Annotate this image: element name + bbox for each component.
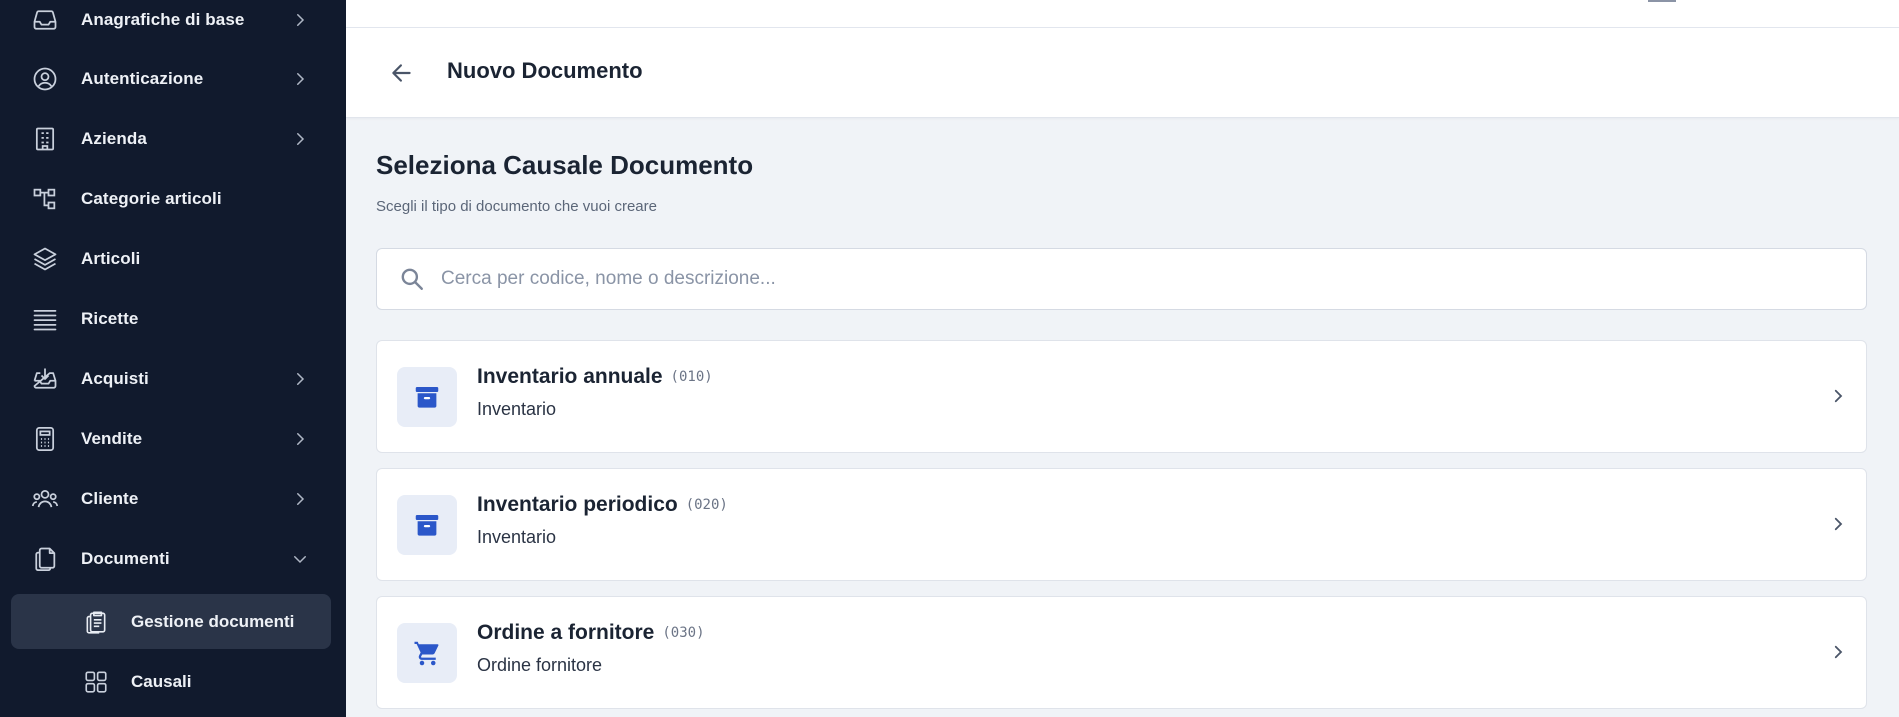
- arrow-left-icon: [392, 64, 411, 82]
- sidebar-item-azienda[interactable]: Azienda: [0, 111, 346, 167]
- chevron-right-icon: [290, 369, 310, 389]
- causale-card-ordine-fornitore[interactable]: Ordine a fornitore (030) Ordine fornitore: [376, 596, 1867, 709]
- archive-box-icon: [415, 387, 439, 408]
- card-code: (030): [662, 625, 705, 641]
- chevron-right-icon: [290, 489, 310, 509]
- sidebar-subitem-causali[interactable]: Causali: [11, 654, 331, 709]
- causale-card-inventario-annuale[interactable]: Inventario annuale (010) Inventario: [376, 340, 1867, 453]
- sidebar-item-anagrafiche[interactable]: Anagrafiche di base: [0, 0, 346, 48]
- sidebar-subitem-gestione-documenti[interactable]: Gestione documenti: [11, 594, 331, 649]
- sidebar-item-cliente[interactable]: Cliente: [0, 471, 346, 527]
- top-bar: [346, 0, 1899, 28]
- sidebar-item-label: Acquisti: [81, 369, 149, 388]
- sidebar-item-categorie-articoli[interactable]: Categorie articoli: [0, 171, 346, 227]
- search-box: [376, 248, 1867, 310]
- archive-box-icon: [415, 515, 439, 536]
- search-icon: [401, 268, 423, 290]
- card-title-text: Ordine a fornitore: [477, 621, 655, 644]
- tray-download-icon: [31, 365, 59, 393]
- sidebar-item-label: Azienda: [81, 129, 147, 148]
- user-circle-icon: [31, 65, 59, 93]
- list-lines-icon: [31, 305, 59, 333]
- sidebar-item-ricette[interactable]: Ricette: [0, 291, 346, 347]
- layers-icon: [31, 245, 59, 273]
- grid-squares-icon: [82, 668, 110, 696]
- inbox-icon: [31, 6, 59, 34]
- sidebar-item-label: Documenti: [81, 549, 170, 568]
- chevron-down-icon: [290, 549, 310, 569]
- documents-icon: [31, 545, 59, 573]
- chevron-right-icon: [1827, 513, 1849, 535]
- chevron-right-icon: [290, 69, 310, 89]
- card-subtitle: Inventario: [477, 527, 557, 547]
- chevron-right-icon: [1827, 385, 1849, 407]
- sidebar-item-label: Vendite: [81, 429, 143, 448]
- page-header: Nuovo Documento: [346, 28, 1899, 118]
- building-icon: [31, 125, 59, 153]
- sidebar-item-label: Cliente: [81, 489, 139, 508]
- sidebar: Anagrafiche di base Autenticazione Azien…: [0, 0, 346, 717]
- causale-card-inventario-periodico[interactable]: Inventario periodico (020) Inventario: [376, 468, 1867, 581]
- sidebar-item-label: Anagrafiche di base: [81, 10, 245, 29]
- card-icon-badge: [397, 367, 457, 427]
- card-title: Ordine a fornitore (030): [477, 621, 705, 645]
- section-title: Seleziona Causale Documento: [376, 150, 754, 180]
- section-subtitle: Scegli il tipo di documento che vuoi cre…: [376, 198, 657, 215]
- card-title: Inventario periodico (020): [477, 493, 728, 517]
- calculator-icon: [31, 425, 59, 453]
- sidebar-item-vendite[interactable]: Vendite: [0, 411, 346, 467]
- chevron-right-icon: [290, 429, 310, 449]
- search-input[interactable]: [441, 261, 1841, 297]
- chevron-right-icon: [290, 10, 310, 30]
- sidebar-item-label: Ricette: [81, 309, 139, 328]
- sidebar-item-label: Articoli: [81, 249, 141, 268]
- back-button[interactable]: [386, 57, 418, 89]
- sidebar-item-articoli[interactable]: Articoli: [0, 231, 346, 287]
- card-title-text: Inventario periodico: [477, 493, 678, 516]
- sidebar-subitem-label: Gestione documenti: [131, 611, 295, 631]
- sidebar-item-label: Categorie articoli: [81, 189, 222, 208]
- sidebar-item-documenti[interactable]: Documenti: [0, 531, 346, 587]
- top-bar-control[interactable]: [1648, 0, 1676, 2]
- chevron-right-icon: [1827, 641, 1849, 663]
- sidebar-item-autenticazione[interactable]: Autenticazione: [0, 51, 346, 107]
- card-code: (010): [670, 369, 713, 385]
- card-icon-badge: [397, 495, 457, 555]
- chevron-right-icon: [290, 129, 310, 149]
- users-group-icon: [31, 485, 59, 513]
- card-code: (020): [685, 497, 728, 513]
- sidebar-subitem-label: Causali: [131, 671, 192, 691]
- sidebar-item-acquisti[interactable]: Acquisti: [0, 351, 346, 407]
- card-title: Inventario annuale (010): [477, 365, 713, 389]
- card-title-text: Inventario annuale: [477, 365, 663, 388]
- card-icon-badge: [397, 623, 457, 683]
- hierarchy-icon: [31, 185, 59, 213]
- shopping-cart-icon: [414, 641, 439, 666]
- sidebar-item-label: Autenticazione: [81, 69, 204, 88]
- card-subtitle: Inventario: [477, 399, 557, 419]
- clipboard-list-icon: [82, 608, 110, 636]
- page-title: Nuovo Documento: [447, 58, 643, 83]
- card-subtitle: Ordine fornitore: [477, 655, 603, 675]
